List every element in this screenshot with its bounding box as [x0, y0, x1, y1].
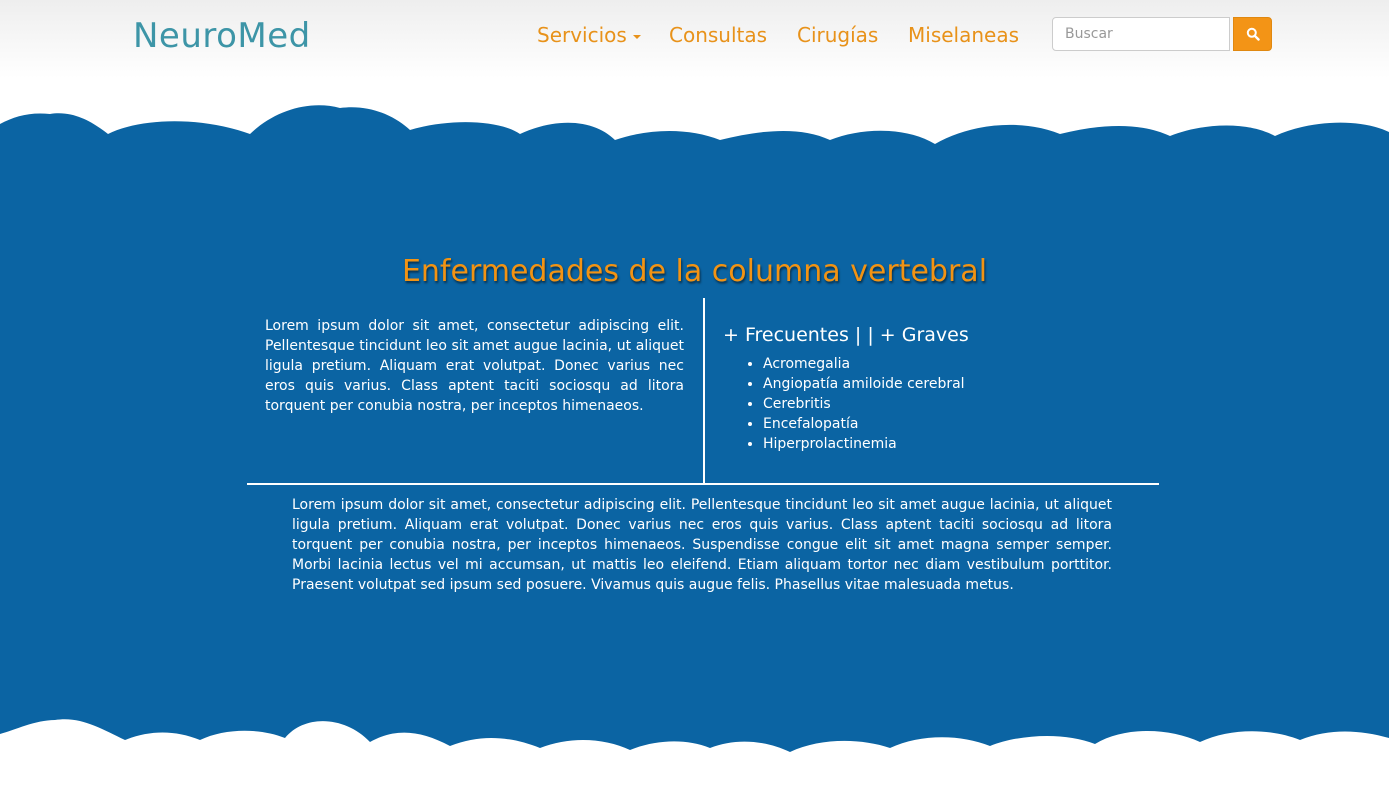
- disease-list: Acromegalia Angiopatía amiloide cerebral…: [723, 354, 965, 454]
- intro-paragraph: Lorem ipsum dolor sit amet, consectetur …: [265, 318, 684, 414]
- nav-item-miselaneas[interactable]: Miselaneas: [908, 20, 1019, 50]
- caret-down-icon: [632, 34, 641, 39]
- list-item: Encefalopatía: [763, 414, 965, 434]
- page: NeuroMed Servicios Consultas Cirugías Mi…: [0, 0, 1389, 804]
- search-icon: [1246, 27, 1260, 41]
- search-input[interactable]: [1052, 17, 1230, 51]
- list-item: Acromegalia: [763, 354, 965, 374]
- list-item: Cerebritis: [763, 394, 965, 414]
- nav-item-cirugias[interactable]: Cirugías: [797, 20, 878, 50]
- blue-cloud-background: [0, 105, 1389, 753]
- nav-item-label: Servicios: [537, 23, 627, 47]
- brand-logo[interactable]: NeuroMed: [133, 16, 311, 56]
- search-button[interactable]: [1233, 17, 1272, 51]
- navbar: NeuroMed Servicios Consultas Cirugías Mi…: [0, 0, 1389, 78]
- list-item: Angiopatía amiloide cerebral: [763, 374, 965, 394]
- list-item: Hiperprolactinemia: [763, 434, 965, 454]
- detail-paragraph: Lorem ipsum dolor sit amet, consectetur …: [292, 497, 1112, 593]
- disease-list-heading: + Frecuentes | | + Graves: [723, 324, 969, 346]
- nav-item-consultas[interactable]: Consultas: [669, 20, 767, 50]
- page-title: Enfermedades de la columna vertebral: [401, 254, 988, 289]
- nav-item-servicios[interactable]: Servicios: [537, 20, 641, 50]
- horizontal-divider: [247, 483, 1159, 485]
- vertical-divider: [703, 298, 705, 484]
